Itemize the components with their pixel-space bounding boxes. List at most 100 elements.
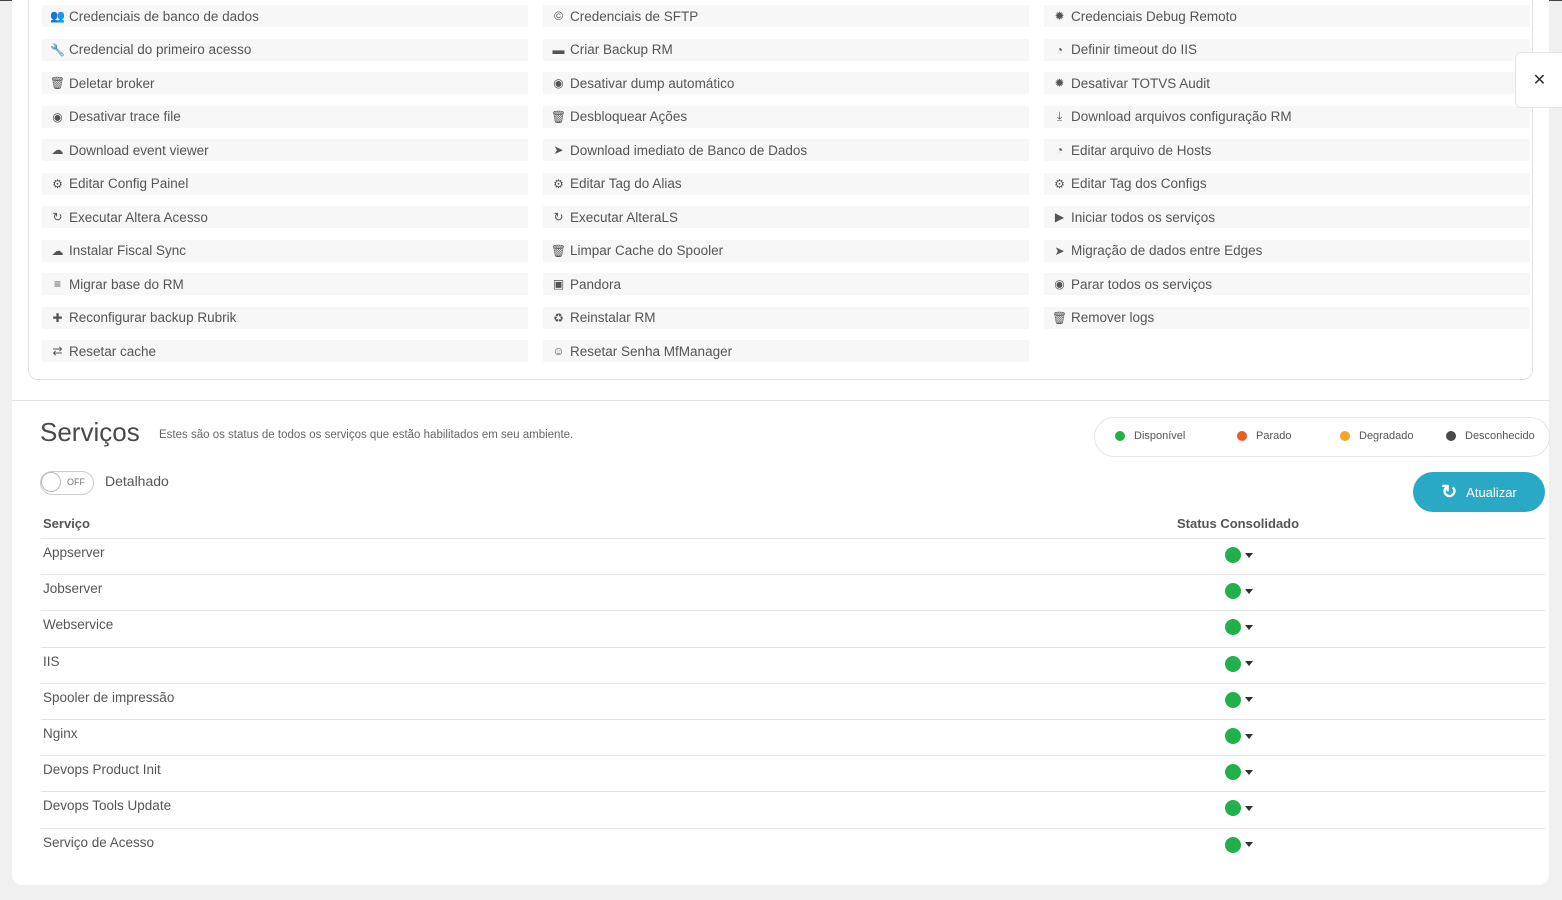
row-divider: [41, 755, 1545, 757]
action-label: Download imediato de Banco de Dados: [570, 142, 808, 158]
section-divider: [12, 400, 1549, 401]
action-button[interactable]: ▬ Criar Backup RM: [543, 38, 1029, 61]
legend-item-degradado: Degradado: [1340, 430, 1413, 442]
recycle-icon: ♻: [553, 310, 564, 325]
action-button[interactable]: ☁ Download event viewer: [42, 139, 528, 161]
legend-item-parado: Parado: [1237, 430, 1291, 442]
action-label: Download event viewer: [69, 142, 209, 158]
database-icon: ≡: [53, 277, 61, 291]
trash-icon: 🗑: [1051, 310, 1068, 325]
row-divider: [41, 574, 1545, 576]
service-name: Spooler de impressão: [43, 689, 175, 705]
bug-icon: ✹: [1054, 76, 1065, 90]
status-dropdown[interactable]: [1225, 836, 1253, 853]
trash-icon: 🗑: [550, 109, 567, 124]
legend-label: Disponível: [1134, 430, 1186, 442]
status-dot-icon: [1225, 619, 1241, 636]
action-button[interactable]: 👥 Credenciais de banco de dados: [42, 5, 528, 27]
action-button[interactable]: ♻ Reinstalar RM: [543, 306, 1029, 329]
action-button[interactable]: ⇄ Resetar cache: [42, 340, 528, 362]
row-divider: [41, 610, 1545, 612]
action-button[interactable]: ◉ Parar todos os serviços: [1044, 273, 1530, 295]
action-button[interactable]: ⚙ Editar Tag dos Configs: [1044, 172, 1530, 195]
action-button[interactable]: ◔ Definir timeout do IIS: [1044, 38, 1530, 61]
action-label: Iniciar todos os serviços: [1071, 209, 1216, 225]
action-label: Resetar cache: [69, 343, 157, 359]
action-button[interactable]: ✚ Reconfigurar backup Rubrik: [42, 306, 528, 329]
refresh-icon: ↻: [553, 210, 564, 224]
action-button[interactable]: ☺ Resetar Senha MfManager: [543, 340, 1029, 362]
action-button[interactable]: ◉ Desativar dump automático: [543, 72, 1029, 94]
action-button[interactable]: ≡ Migrar base do RM: [42, 273, 528, 295]
action-button[interactable]: ⚙ Editar Tag do Alias: [543, 172, 1029, 195]
action-label: Credenciais de banco de dados: [69, 8, 259, 24]
action-label: Desativar TOTVS Audit: [1071, 75, 1211, 91]
action-button[interactable]: ⤓ Download arquivos configuração RM: [1044, 105, 1530, 128]
caret-down-icon: [1245, 733, 1253, 739]
action-button[interactable]: 🗑 Limpar Cache do Spooler: [543, 239, 1029, 262]
caret-down-icon: [1245, 842, 1253, 848]
action-button[interactable]: 🗑 Deletar broker: [42, 72, 528, 94]
column-header-service: Serviço: [43, 516, 90, 531]
action-button[interactable]: ⚙ Editar Config Painel: [42, 172, 528, 195]
copyright-icon: ©: [554, 9, 563, 23]
action-label: Migração de dados entre Edges: [1071, 243, 1263, 258]
action-button[interactable]: 🗑 Desbloquear Ações: [543, 105, 1029, 128]
row-divider: [41, 646, 1545, 648]
column-header-status: Status Consolidado: [1177, 516, 1300, 531]
action-button[interactable]: ☁ Instalar Fiscal Sync: [42, 239, 528, 262]
play-circle-icon: ▶: [1054, 210, 1065, 224]
caret-down-icon: [1245, 661, 1253, 667]
circle-icon: ◉: [52, 109, 63, 124]
status-dropdown[interactable]: [1225, 583, 1253, 600]
action-button[interactable]: ✹ Credenciais Debug Remoto: [1044, 5, 1530, 27]
status-dropdown[interactable]: [1225, 800, 1253, 817]
refresh-icon: ↻: [1441, 481, 1458, 503]
action-label: Executar AlteraLS: [570, 209, 679, 225]
action-label: Credenciais Debug Remoto: [1071, 8, 1237, 24]
close-button[interactable]: ✕: [1515, 52, 1562, 108]
refresh-button[interactable]: ↻ Atualizar: [1413, 472, 1545, 512]
action-label: Executar Altera Acesso: [69, 209, 208, 225]
status-dot-icon: [1225, 691, 1241, 708]
action-button[interactable]: ➤ Download imediato de Banco de Dados: [543, 139, 1029, 161]
wrench-icon: 🔧: [50, 42, 65, 57]
status-dropdown[interactable]: [1225, 764, 1253, 781]
status-dot-icon: [1225, 547, 1241, 563]
status-dropdown[interactable]: [1225, 655, 1253, 672]
action-button[interactable]: ↻ Executar Altera Acesso: [42, 206, 528, 228]
status-dropdown[interactable]: [1225, 728, 1253, 744]
action-button[interactable]: © Credenciais de SFTP: [543, 5, 1029, 27]
action-button[interactable]: ↻ Executar AlteraLS: [543, 206, 1029, 228]
circle-icon: ◉: [553, 76, 564, 90]
status-dropdown[interactable]: [1225, 547, 1253, 563]
detalhado-toggle[interactable]: OFF: [40, 471, 94, 495]
service-name: Devops Product Init: [43, 762, 161, 778]
gear-icon: ⚙: [553, 176, 564, 191]
action-label: Criar Backup RM: [570, 42, 673, 57]
action-button[interactable]: 🗑 Remover logs: [1044, 306, 1530, 329]
action-button[interactable]: ✹ Desativar TOTVS Audit: [1044, 72, 1530, 94]
status-dot-icon: [1225, 583, 1241, 600]
action-label: Instalar Fiscal Sync: [69, 243, 187, 258]
rocket-icon: ➤: [1054, 243, 1065, 258]
action-button[interactable]: ◔ Editar arquivo de Hosts: [1044, 139, 1530, 161]
action-button[interactable]: ➤ Migração de dados entre Edges: [1044, 239, 1530, 262]
status-dot-icon: [1225, 800, 1241, 817]
trash-icon: 🗑: [550, 243, 567, 258]
status-dot-icon: [1225, 728, 1241, 744]
close-icon: ✕: [1532, 72, 1547, 89]
status-dropdown[interactable]: [1225, 691, 1253, 708]
status-dropdown[interactable]: [1225, 619, 1253, 636]
action-button[interactable]: ◉ Desativar trace file: [42, 105, 528, 128]
caret-down-icon: [1245, 588, 1253, 594]
service-name: Serviço de Acesso: [43, 834, 155, 850]
legend-label: Desconhecido: [1465, 430, 1535, 442]
action-button[interactable]: 🔧 Credencial do primeiro acesso: [42, 38, 528, 61]
action-button[interactable]: ▶ Iniciar todos os serviços: [1044, 206, 1530, 228]
row-divider: [41, 719, 1545, 720]
action-label: Editar arquivo de Hosts: [1071, 142, 1212, 158]
legend-label: Parado: [1256, 430, 1292, 442]
action-button[interactable]: ▣ Pandora: [543, 273, 1029, 295]
caret-down-icon: [1245, 624, 1253, 630]
